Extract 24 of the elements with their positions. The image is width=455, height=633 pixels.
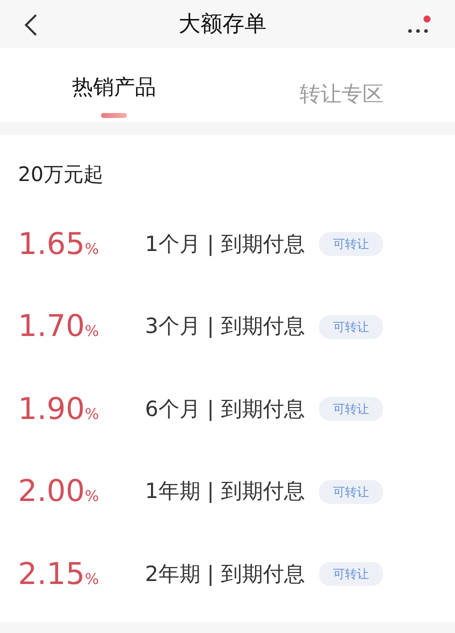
term-text: 3个月 | 到期付息 [145, 313, 305, 340]
transferable-tag: 可转让 [318, 232, 383, 256]
rate-value: 2.15 [18, 556, 85, 592]
percent-sign: % [84, 487, 100, 506]
percent-sign: % [84, 322, 100, 340]
percent-sign: % [84, 570, 100, 588]
rate-value: 1.70 [18, 309, 85, 344]
back-button[interactable] [24, 12, 38, 36]
term-text: 6个月 | 到期付息 [145, 396, 305, 423]
term-text: 1个月 | 到期付息 [145, 230, 305, 258]
rate-value: 2.00 [18, 474, 85, 510]
term-text: 1年期 | 到期付息 [145, 478, 305, 505]
term-text: 2年期 | 到期付息 [145, 560, 305, 588]
page-title: 大额存单 [178, 10, 266, 38]
tab[interactable]: 热销产品 [72, 48, 156, 122]
rate-value: 1.90 [18, 392, 85, 427]
percent-sign: % [84, 404, 100, 423]
rate-value: 1.65 [18, 226, 85, 262]
transferable-tag: 可转让 [318, 480, 383, 504]
transferable-tag: 可转让 [318, 314, 383, 339]
percent-sign: % [84, 240, 100, 258]
section-heading: 20万元起 [17, 161, 104, 188]
transferable-tag: 可转让 [318, 562, 383, 586]
transferable-tag: 可转让 [318, 397, 383, 422]
